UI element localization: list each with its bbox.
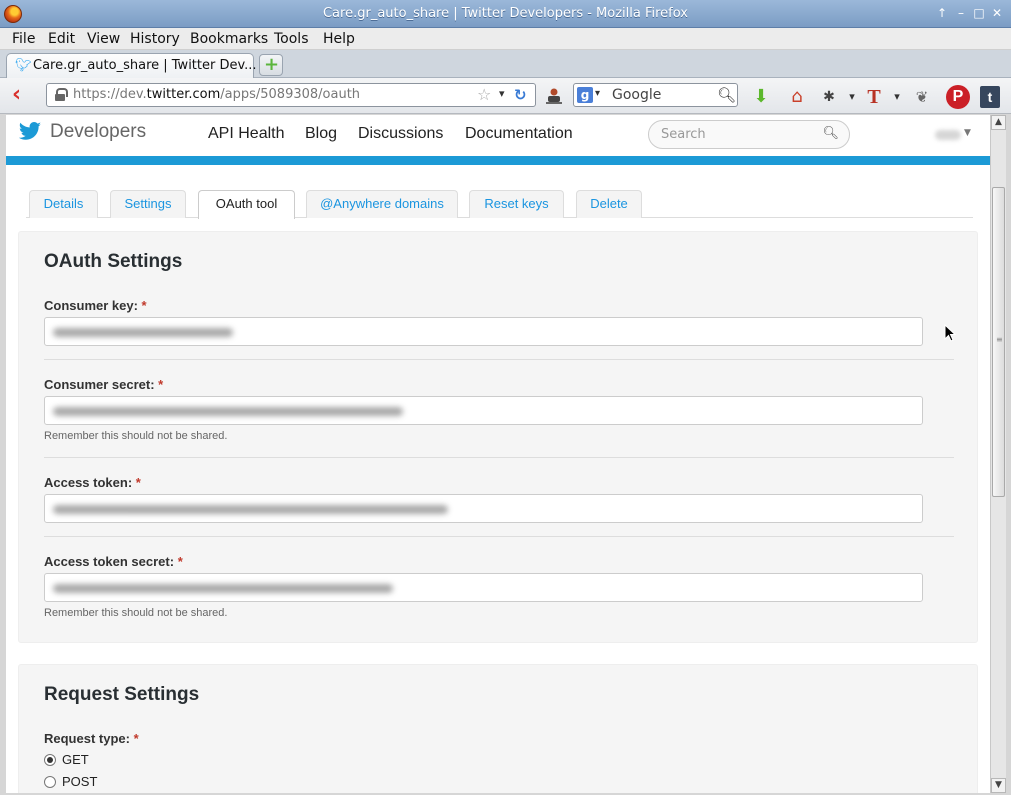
site-search-placeholder: Search	[661, 127, 706, 142]
brand-developers[interactable]: Developers	[50, 121, 146, 143]
menubar: File Edit View History Bookmarks Tools H…	[0, 28, 1011, 50]
chevron-down-icon[interactable]: ▾	[499, 87, 505, 100]
url-text: https://dev.twitter.com/apps/5089308/oau…	[73, 87, 361, 102]
access-token-secret-hint: Remember this should not be shared.	[44, 607, 228, 619]
menu-bookmarks[interactable]: Bookmarks	[190, 31, 268, 47]
window-close-button[interactable]: ✕	[990, 6, 1004, 20]
web-viewport: Developers API Health Blog Discussions D…	[6, 115, 990, 793]
access-token-secret-label: Access token secret: *	[44, 554, 183, 569]
oauth-settings-title: OAuth Settings	[44, 251, 183, 272]
tab-reset-keys[interactable]: Reset keys	[469, 190, 564, 218]
chevron-down-icon[interactable]: ▾	[840, 85, 864, 109]
access-token-label: Access token: *	[44, 475, 141, 490]
search-placeholder: Google	[612, 87, 662, 103]
window-maximize-button[interactable]: □	[972, 6, 986, 20]
site-search-input[interactable]: Search 🔍︎	[648, 120, 850, 149]
pinterest-icon[interactable]: P	[946, 85, 970, 109]
tab-strip: 🐦︎ Care.gr_auto_share | Twitter Dev... +	[0, 50, 1011, 78]
radio-post-label: POST	[62, 774, 98, 789]
nav-documentation[interactable]: Documentation	[465, 125, 573, 143]
tab-details[interactable]: Details	[29, 190, 98, 218]
redacted-value	[53, 407, 403, 416]
redacted-value	[53, 505, 448, 514]
chevron-down-icon: ▼	[964, 128, 971, 138]
window-frame	[1006, 115, 1011, 795]
tumblr-icon[interactable]: t	[980, 86, 1000, 108]
avatar	[935, 130, 961, 140]
tab-anywhere-domains[interactable]: @Anywhere domains	[306, 190, 458, 218]
puzzle-icon[interactable]: ❦	[910, 85, 934, 109]
redacted-value	[53, 584, 393, 593]
consumer-key-field[interactable]	[44, 317, 923, 346]
site-header: Developers API Health Blog Discussions D…	[6, 115, 990, 165]
back-button[interactable]: ‹	[12, 84, 34, 106]
window-title: Care.gr_auto_share | Twitter Developers …	[322, 6, 688, 21]
new-tab-button[interactable]: +	[259, 54, 283, 76]
consumer-secret-field[interactable]	[44, 396, 923, 425]
search-bar[interactable]: g ▾ Google 🔍︎	[573, 83, 738, 107]
scroll-thumb[interactable]: ≡	[992, 187, 1005, 497]
window-titlebar: Care.gr_auto_share | Twitter Developers …	[0, 0, 1011, 28]
window-up-icon[interactable]: ↑	[935, 6, 949, 20]
plus-icon: +	[264, 54, 280, 75]
twitter-bird-icon: 🐦︎	[15, 58, 32, 73]
reload-icon[interactable]: ↻	[514, 86, 527, 104]
radio-button[interactable]	[44, 776, 56, 788]
bug-icon[interactable]: ✱	[817, 85, 841, 109]
request-type-label: Request type: *	[44, 731, 139, 746]
menu-tools[interactable]: Tools	[274, 31, 309, 47]
grip-icon: ≡	[996, 335, 1003, 344]
redacted-value	[53, 328, 233, 337]
menu-view[interactable]: View	[87, 31, 120, 47]
radio-get-label: GET	[62, 752, 89, 767]
user-profile-icon[interactable]	[545, 87, 563, 105]
consumer-secret-hint: Remember this should not be shared.	[44, 430, 228, 442]
divider	[44, 359, 954, 360]
divider	[44, 457, 954, 458]
home-icon[interactable]: ⌂	[785, 85, 809, 109]
menu-edit[interactable]: Edit	[48, 31, 75, 47]
menu-file[interactable]: File	[12, 31, 35, 47]
tab-delete[interactable]: Delete	[576, 190, 642, 218]
vertical-scrollbar[interactable]: ▲ ≡ ▼	[990, 115, 1006, 793]
consumer-secret-label: Consumer secret: *	[44, 377, 164, 392]
consumer-key-label: Consumer key: *	[44, 298, 147, 313]
engine-dropdown-icon[interactable]: ▾	[595, 88, 600, 99]
access-token-secret-field[interactable]	[44, 573, 923, 602]
nav-discussions[interactable]: Discussions	[358, 125, 443, 143]
browser-tab[interactable]: 🐦︎ Care.gr_auto_share | Twitter Dev...	[6, 53, 257, 78]
window-minimize-button[interactable]: –	[954, 6, 968, 20]
google-engine-icon[interactable]: g	[577, 87, 593, 103]
text-t-icon[interactable]: T	[862, 85, 886, 109]
scroll-up-button[interactable]: ▲	[991, 115, 1006, 130]
radio-button[interactable]	[44, 754, 56, 766]
nav-blog[interactable]: Blog	[305, 125, 337, 143]
scroll-down-button[interactable]: ▼	[991, 778, 1006, 793]
chevron-down-icon[interactable]: ▾	[885, 85, 909, 109]
download-arrow-icon[interactable]: ⬇	[749, 85, 773, 109]
request-settings-title: Request Settings	[44, 684, 200, 705]
menu-history[interactable]: History	[130, 31, 180, 47]
request-settings-panel: Request Settings Request type: * GET POS…	[18, 664, 978, 793]
mouse-cursor-icon	[944, 324, 956, 342]
tab-settings[interactable]: Settings	[110, 190, 186, 218]
access-token-field[interactable]	[44, 494, 923, 523]
nav-api-health[interactable]: API Health	[208, 125, 284, 143]
url-bar[interactable]: https://dev.twitter.com/apps/5089308/oau…	[46, 83, 536, 107]
divider	[44, 536, 954, 537]
lock-icon	[55, 88, 68, 101]
twitter-bird-icon[interactable]	[18, 122, 42, 142]
menu-help[interactable]: Help	[323, 31, 355, 47]
tab-oauth-tool[interactable]: OAuth tool	[198, 190, 295, 219]
oauth-settings-panel: OAuth Settings Consumer key: * Consumer …	[18, 231, 978, 643]
search-icon[interactable]: 🔍︎	[822, 126, 839, 141]
search-icon[interactable]: 🔍︎	[717, 86, 736, 104]
app-tabs: Details Settings OAuth tool @Anywhere do…	[26, 190, 973, 219]
user-menu[interactable]: ▼	[931, 124, 975, 146]
bookmark-star-icon[interactable]: ☆	[477, 85, 491, 104]
browser-tab-label: Care.gr_auto_share | Twitter Dev...	[33, 58, 257, 73]
